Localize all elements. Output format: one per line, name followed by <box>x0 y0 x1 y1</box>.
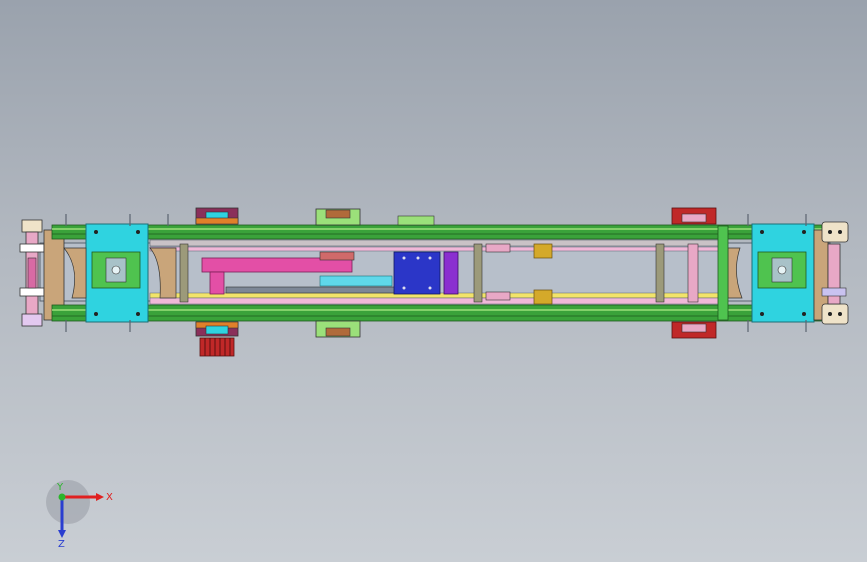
triad-x-label: X <box>106 492 113 503</box>
triad-shadow <box>46 480 90 524</box>
left-shaft-bottom <box>21 313 43 327</box>
orientation-triad[interactable]: X Y Z <box>40 478 120 548</box>
bearing-block-right-top[interactable] <box>671 207 717 225</box>
small-green-block <box>397 215 435 226</box>
shaft-1 <box>179 243 189 303</box>
rail-top[interactable] <box>51 224 823 240</box>
left-collar-1 <box>19 243 45 253</box>
idler-top <box>485 243 511 253</box>
left-mount-plate[interactable] <box>85 223 149 323</box>
gold-bearing-bottom <box>533 289 553 305</box>
left-roller-1 <box>27 257 37 289</box>
triad-x-arrow-icon <box>96 493 104 501</box>
right-inner-shaft <box>687 243 699 303</box>
gear-red[interactable] <box>199 337 235 357</box>
assembly-model[interactable] <box>0 0 867 562</box>
cyan-rod <box>319 275 393 287</box>
motor-purple-plate <box>443 251 459 295</box>
motor-block[interactable] <box>393 251 441 295</box>
center-bearing-top[interactable] <box>315 208 361 226</box>
bearing-block-left-bottom[interactable] <box>195 321 239 337</box>
idler-bottom <box>485 291 511 301</box>
shaft-2 <box>473 243 483 303</box>
triad-y-axis-dot <box>58 493 66 501</box>
bearing-block-right-bottom[interactable] <box>671 321 717 339</box>
triad-z-label: Z <box>58 539 65 548</box>
gold-bearing-top <box>533 243 553 259</box>
left-shaft-top <box>21 219 43 233</box>
bearing-block-left-top[interactable] <box>195 207 239 225</box>
right-green-post <box>717 225 729 321</box>
cad-graphics-viewport[interactable]: X Y Z <box>0 0 867 562</box>
rail-bottom[interactable] <box>51 304 823 322</box>
rail-upper-inner <box>149 239 721 252</box>
center-bearing-bottom[interactable] <box>315 320 361 338</box>
right-end-rollers[interactable] <box>813 221 849 325</box>
triad-y-label: Y <box>56 482 64 493</box>
right-mount-plate[interactable] <box>751 223 815 323</box>
shaft-3 <box>655 243 665 303</box>
rail-lower-inner <box>149 292 721 305</box>
triad-z-arrow-icon <box>58 530 66 538</box>
left-collar-2 <box>19 287 45 297</box>
